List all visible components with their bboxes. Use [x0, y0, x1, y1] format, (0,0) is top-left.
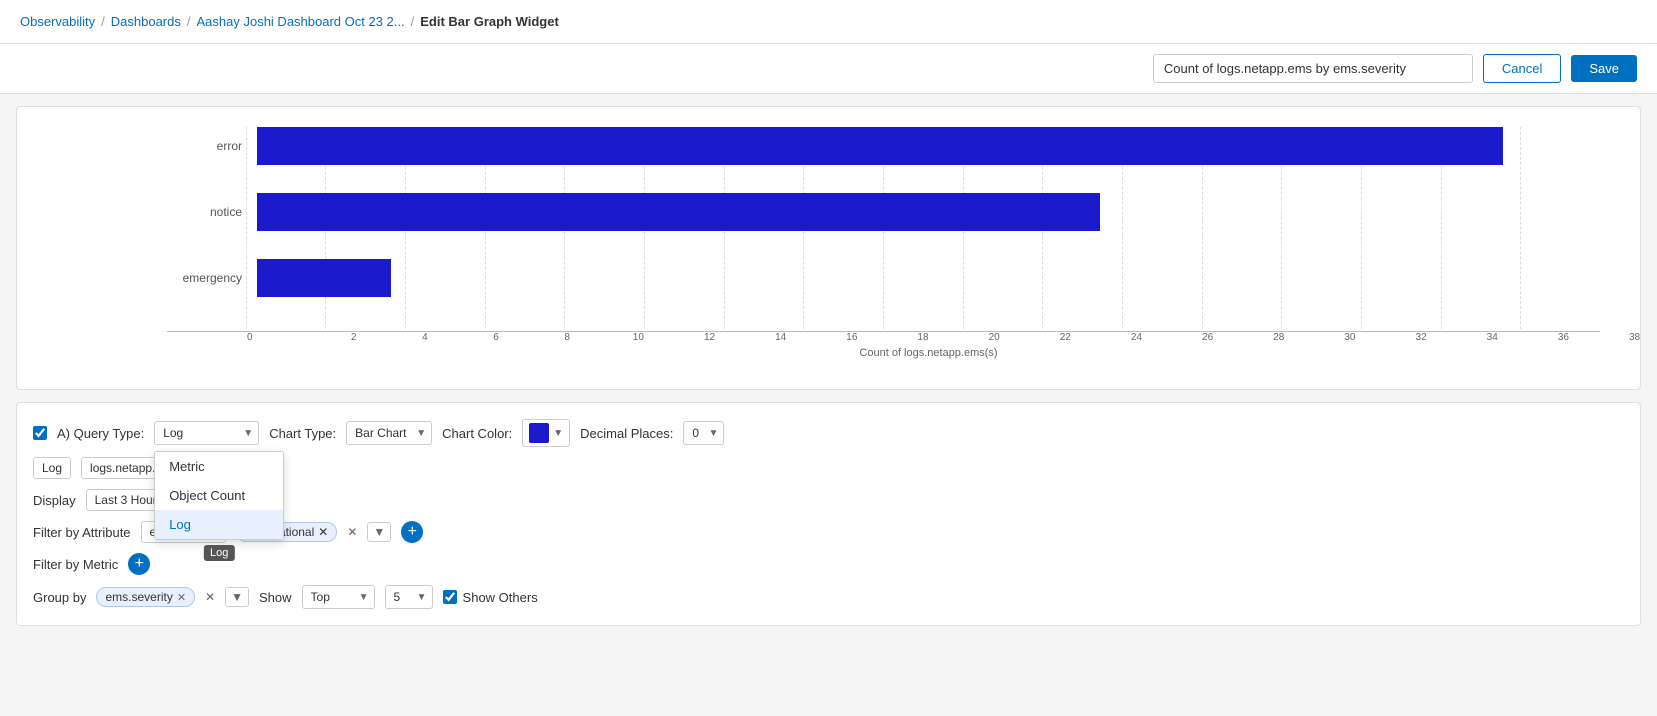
x-tick-26: 26 — [1172, 332, 1243, 343]
chart-color-label: Chart Color: — [442, 426, 512, 441]
top-bar: Cancel Save — [0, 44, 1657, 94]
x-axis-label: Count of logs.netapp.ems(s) — [257, 347, 1600, 359]
group-by-tag[interactable]: ems.severity ✕ — [96, 587, 195, 607]
x-tick-38: 38 — [1599, 332, 1657, 343]
x-tick-6: 6 — [460, 332, 531, 343]
chart-type-select[interactable]: Bar Chart — [346, 421, 432, 445]
query-type-label: A) Query Type: — [57, 426, 144, 441]
x-tick-0: 0 — [247, 332, 318, 343]
decimal-places-select-wrap[interactable]: 0 1 2 ▼ — [683, 421, 724, 445]
breadcrumb-dashboards[interactable]: Dashboards — [111, 14, 181, 29]
group-by-label: Group by — [33, 590, 86, 605]
x-tick-24: 24 — [1101, 332, 1172, 343]
chart-color-swatch — [529, 423, 549, 443]
filter-metric-add-button[interactable]: + — [128, 553, 150, 575]
bar-track-notice — [257, 193, 1600, 231]
show-others-label: Show Others — [463, 590, 538, 605]
x-tick-16: 16 — [816, 332, 887, 343]
x-tick-34: 34 — [1457, 332, 1528, 343]
filter-attribute-clear-icon[interactable]: ✕ — [347, 525, 357, 539]
bar-label-notice: notice — [167, 205, 242, 219]
breadcrumb: Observability / Dashboards / Aashay Josh… — [0, 0, 1657, 44]
filter-attribute-chevron-icon[interactable]: ▼ — [367, 522, 391, 542]
top-value-select[interactable]: 5 10 20 — [385, 585, 433, 609]
breadcrumb-sep-3: / — [411, 14, 415, 29]
query-type-checkbox[interactable] — [33, 426, 47, 440]
x-tick-36: 36 — [1528, 332, 1599, 343]
bar-label-error: error — [167, 139, 242, 153]
x-tick-32: 32 — [1386, 332, 1457, 343]
log-tooltip: Log — [204, 545, 234, 561]
chart-area: error notice emergency — [16, 106, 1641, 390]
chart-type-label: Chart Type: — [269, 426, 336, 441]
query-type-checkbox-wrap — [33, 426, 47, 440]
decimal-places-select[interactable]: 0 1 2 — [683, 421, 724, 445]
top-select-wrap[interactable]: Top Bottom ▼ — [302, 585, 375, 609]
chart-bars: error notice emergency — [167, 127, 1600, 327]
bar-fill-notice — [257, 193, 1100, 231]
breadcrumb-sep-1: / — [101, 14, 105, 29]
query-type-select-wrap[interactable]: Log Metric Object Count ▼ — [154, 421, 259, 445]
show-others-checkbox[interactable] — [443, 590, 457, 604]
bar-fill-emergency — [257, 259, 391, 297]
bar-label-emergency: emergency — [167, 271, 242, 285]
group-by-tag-text: ems.severity — [105, 590, 172, 604]
x-tick-28: 28 — [1243, 332, 1314, 343]
breadcrumb-sep-2: / — [187, 14, 191, 29]
breadcrumb-observability[interactable]: Observability — [20, 14, 95, 29]
bar-track-emergency — [257, 259, 1600, 297]
dropdown-item-metric[interactable]: Metric — [155, 452, 283, 481]
bar-row-emergency: emergency — [167, 259, 1600, 297]
show-others-wrap: Show Others — [443, 590, 538, 605]
chart-container: error notice emergency — [87, 127, 1610, 359]
x-tick-20: 20 — [959, 332, 1030, 343]
config-row-group-by: Group by ems.severity ✕ ✕ ▼ Show Top Bot… — [33, 585, 1624, 609]
informational-remove-icon[interactable]: ✕ — [318, 525, 328, 539]
bar-row-notice: notice — [167, 193, 1600, 231]
chart-color-chevron-icon: ▼ — [553, 428, 563, 439]
filter-attribute-add-button[interactable]: + — [401, 521, 423, 543]
x-tick-22: 22 — [1030, 332, 1101, 343]
chart-color-selector[interactable]: ▼ — [522, 419, 570, 447]
chart-type-select-wrap[interactable]: Bar Chart ▼ — [346, 421, 432, 445]
x-tick-18: 18 — [887, 332, 958, 343]
filter-metric-label: Filter by Metric — [33, 557, 118, 572]
bar-fill-error — [257, 127, 1503, 165]
x-axis: 0 2 4 6 8 10 12 14 16 18 20 22 24 26 28 … — [167, 331, 1600, 343]
query-type-dropdown[interactable]: Metric Object Count Log Log — [154, 451, 284, 540]
top-select[interactable]: Top Bottom — [302, 585, 375, 609]
filter-attribute-label: Filter by Attribute — [33, 525, 131, 540]
config-row-filter-metric: Filter by Metric + — [33, 553, 1624, 575]
x-tick-2: 2 — [318, 332, 389, 343]
bar-track-error — [257, 127, 1600, 165]
x-tick-30: 30 — [1314, 332, 1385, 343]
config-area: A) Query Type: Log Metric Object Count ▼… — [16, 402, 1641, 626]
breadcrumb-dashboard-name[interactable]: Aashay Joshi Dashboard Oct 23 2... — [197, 14, 405, 29]
config-row-1: A) Query Type: Log Metric Object Count ▼… — [33, 419, 1624, 447]
show-label: Show — [259, 590, 292, 605]
group-by-tag-remove-icon[interactable]: ✕ — [177, 591, 186, 604]
widget-name-input[interactable] — [1153, 54, 1473, 83]
decimal-places-label: Decimal Places: — [580, 426, 673, 441]
group-by-clear-icon[interactable]: ✕ — [205, 590, 215, 604]
cancel-button[interactable]: Cancel — [1483, 54, 1561, 83]
display-label: Display — [33, 493, 76, 508]
breadcrumb-page-title: Edit Bar Graph Widget — [420, 14, 559, 29]
x-tick-12: 12 — [674, 332, 745, 343]
x-tick-10: 10 — [603, 332, 674, 343]
save-button[interactable]: Save — [1571, 55, 1637, 82]
bar-row-error: error — [167, 127, 1600, 165]
log-tag-button[interactable]: Log — [33, 457, 71, 479]
x-tick-14: 14 — [745, 332, 816, 343]
top-value-select-wrap[interactable]: 5 10 20 ▼ — [385, 585, 433, 609]
x-tick-8: 8 — [532, 332, 603, 343]
query-type-select[interactable]: Log Metric Object Count — [154, 421, 259, 445]
x-tick-4: 4 — [389, 332, 460, 343]
group-by-chevron-icon[interactable]: ▼ — [225, 587, 249, 607]
query-type-dropdown-wrap[interactable]: Log Metric Object Count ▼ Metric Object … — [154, 421, 259, 445]
dropdown-item-object-count[interactable]: Object Count — [155, 481, 283, 510]
dropdown-item-log[interactable]: Log Log — [155, 510, 283, 539]
